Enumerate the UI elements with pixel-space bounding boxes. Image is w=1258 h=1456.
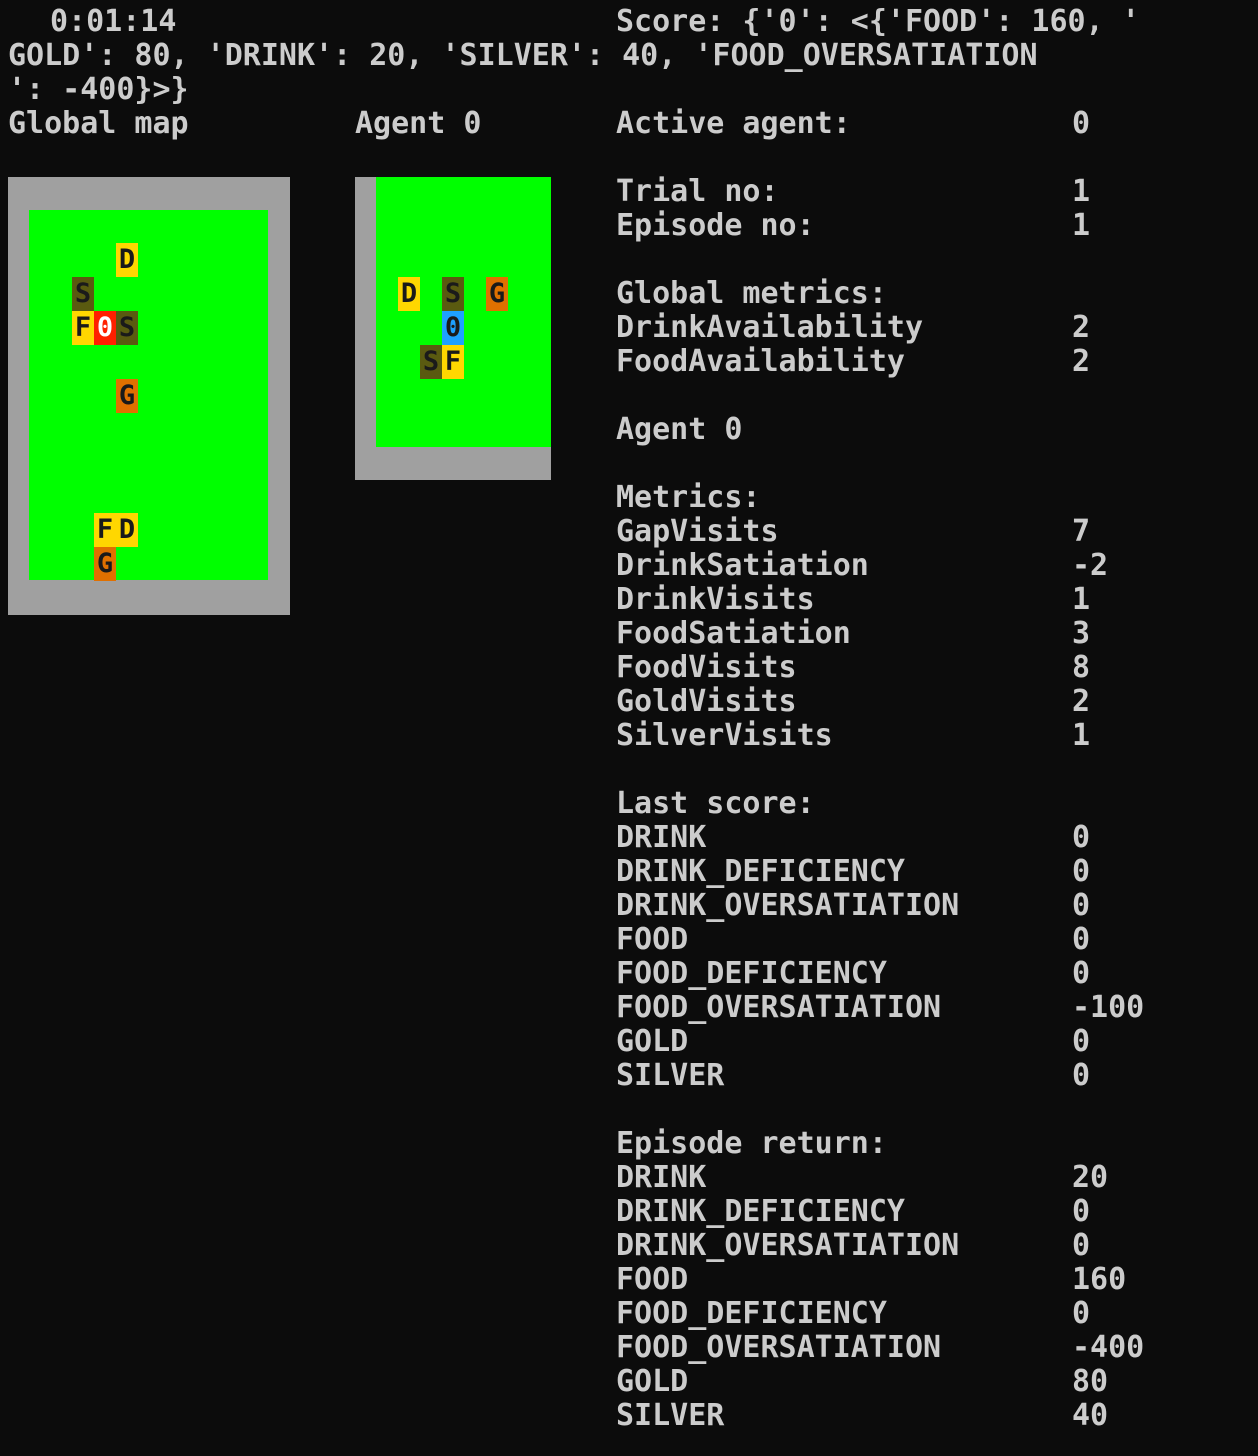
metric-value: 1 [1072, 718, 1091, 753]
metric-value: 7 [1072, 514, 1091, 549]
score-value: 0 [1072, 1024, 1091, 1059]
episode-value: 1 [1072, 208, 1091, 243]
score-value: 0 [1072, 854, 1091, 889]
score-name: FOOD_OVERSATIATION [616, 990, 942, 1025]
silver-tile: S [116, 311, 138, 345]
silver-tile: S [442, 277, 464, 311]
global-metrics-label: Global metrics: [616, 276, 887, 311]
score-name: SILVER [616, 1058, 725, 1093]
return-value: -400 [1072, 1330, 1145, 1365]
silver-tile: S [420, 345, 442, 379]
active-agent-value: 0 [1072, 106, 1091, 141]
metric-name: GapVisits [616, 514, 779, 549]
episode-label: Episode no: [616, 208, 815, 243]
drink-tile: D [398, 277, 420, 311]
return-value: 80 [1072, 1364, 1109, 1399]
trial-value: 1 [1072, 174, 1091, 209]
score-name: DRINK_OVERSATIATION [616, 888, 960, 923]
gold-tile: G [94, 547, 116, 581]
return-value: 160 [1072, 1262, 1127, 1297]
return-value: 0 [1072, 1228, 1091, 1263]
return-name: DRINK [616, 1160, 707, 1195]
score-value: 0 [1072, 888, 1091, 923]
food-tile: F [442, 345, 464, 379]
episode-return-label: Episode return: [616, 1126, 887, 1161]
score-name: DRINK [616, 820, 707, 855]
score-value: 0 [1072, 1058, 1091, 1093]
return-name: FOOD_DEFICIENCY [616, 1296, 887, 1331]
trial-label: Trial no: [616, 174, 779, 209]
return-name: FOOD [616, 1262, 689, 1297]
metrics-label: Metrics: [616, 480, 761, 515]
metric-name: FoodVisits [616, 650, 797, 685]
metric-value: 2 [1072, 684, 1091, 719]
metric-name: FoodAvailability [616, 344, 905, 379]
global-map [8, 177, 290, 615]
metric-value: 2 [1072, 344, 1091, 379]
active-agent-label: Active agent: [616, 106, 851, 141]
score-value: 0 [1072, 820, 1091, 855]
agent-marker: 0 [442, 311, 464, 345]
gold-tile: G [116, 379, 138, 413]
score-line-1: Score: {'0': <{'FOOD': 160, ' [616, 4, 1140, 39]
return-name: DRINK_OVERSATIATION [616, 1228, 960, 1263]
score-line-2: GOLD': 80, 'DRINK': 20, 'SILVER': 40, 'F… [8, 38, 1038, 73]
score-value: 0 [1072, 922, 1091, 957]
return-name: DRINK_DEFICIENCY [616, 1194, 905, 1229]
metric-name: SilverVisits [616, 718, 833, 753]
food-tile: F [72, 311, 94, 345]
return-value: 20 [1072, 1160, 1109, 1195]
metric-name: DrinkVisits [616, 582, 815, 617]
gold-tile: G [486, 277, 508, 311]
metric-name: DrinkAvailability [616, 310, 924, 345]
metric-name: DrinkSatiation [616, 548, 869, 583]
score-value: 0 [1072, 956, 1091, 991]
return-name: FOOD_OVERSATIATION [616, 1330, 942, 1365]
return-name: GOLD [616, 1364, 689, 1399]
global-map-title: Global map [8, 106, 189, 141]
score-name: GOLD [616, 1024, 689, 1059]
return-value: 0 [1072, 1296, 1091, 1331]
metric-name: GoldVisits [616, 684, 797, 719]
elapsed-time: 0:01:14 [50, 4, 177, 39]
metric-value: 8 [1072, 650, 1091, 685]
drink-tile: D [116, 243, 138, 277]
global-map-grass [29, 210, 268, 580]
score-name: DRINK_DEFICIENCY [616, 854, 905, 889]
score-line-3: ': -400}>} [8, 72, 189, 107]
metric-name: FoodSatiation [616, 616, 851, 651]
last-score-label: Last score: [616, 786, 815, 821]
drink-tile: D [116, 513, 138, 547]
metric-value: 3 [1072, 616, 1091, 651]
score-name: FOOD_DEFICIENCY [616, 956, 887, 991]
agent-section-label: Agent 0 [616, 412, 743, 447]
return-value: 40 [1072, 1398, 1109, 1433]
agent-view-title: Agent 0 [355, 106, 482, 141]
metric-value: -2 [1072, 548, 1109, 583]
silver-tile: S [72, 277, 94, 311]
return-value: 0 [1072, 1194, 1091, 1229]
score-name: FOOD [616, 922, 689, 957]
metric-value: 2 [1072, 310, 1091, 345]
score-value: -100 [1072, 990, 1145, 1025]
return-name: SILVER [616, 1398, 725, 1433]
food-tile: F [94, 513, 116, 547]
agent-marker: 0 [94, 311, 116, 345]
metric-value: 1 [1072, 582, 1091, 617]
